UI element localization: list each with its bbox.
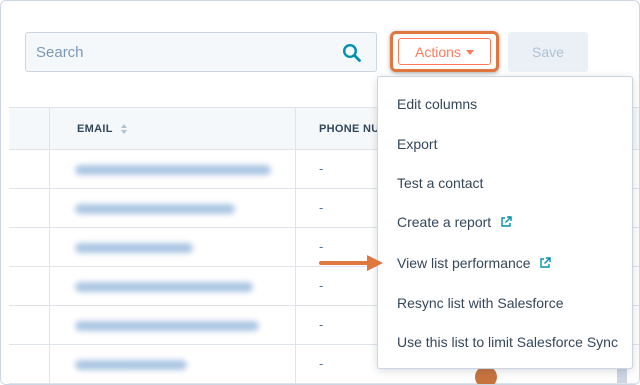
menu-item-resync-salesforce[interactable]: Resync list with Salesforce: [397, 295, 564, 311]
sort-icon[interactable]: [120, 124, 127, 135]
menu-item-create-report[interactable]: Create a report: [397, 214, 512, 230]
menu-item-export[interactable]: Export: [397, 136, 437, 152]
email-cell-blurred: [75, 282, 253, 292]
left-edge: [1, 1, 9, 384]
menu-item-label: Resync list with Salesforce: [397, 295, 564, 311]
external-link-icon: [501, 216, 512, 227]
scrollbar[interactable]: [617, 369, 627, 383]
search-icon[interactable]: [342, 43, 362, 63]
contacts-list-view: Actions Save EMAIL PHONE NU - - -: [0, 0, 640, 385]
actions-dropdown-menu: Edit columns Export Test a contact Creat…: [377, 76, 633, 369]
email-cell-blurred: [75, 321, 259, 331]
email-cell-blurred: [75, 165, 271, 175]
email-cell-blurred: [75, 243, 193, 253]
column-divider: [295, 228, 296, 267]
external-link-icon: [540, 257, 552, 268]
column-divider: [49, 345, 50, 384]
menu-item-edit-columns[interactable]: Edit columns: [397, 96, 477, 112]
column-header-phone-label: PHONE NU: [319, 123, 380, 135]
menu-item-label: View list performance: [397, 255, 531, 271]
column-divider: [49, 267, 50, 306]
phone-cell: -: [319, 200, 324, 215]
menu-item-label: Test a contact: [397, 175, 484, 191]
menu-item-label: Use this list to limit Salesforce Sync: [397, 334, 618, 350]
column-divider: [49, 228, 50, 267]
menu-item-view-list-performance[interactable]: View list performance: [397, 255, 552, 271]
actions-button[interactable]: Actions: [398, 38, 491, 65]
caret-down-icon: [465, 50, 474, 55]
save-button[interactable]: Save: [508, 32, 588, 72]
column-divider: [49, 108, 50, 151]
phone-cell: -: [319, 317, 324, 332]
column-divider: [295, 345, 296, 384]
column-divider: [49, 189, 50, 228]
column-divider: [295, 108, 296, 151]
phone-cell: -: [319, 161, 324, 176]
email-cell-blurred: [75, 204, 235, 214]
search-box[interactable]: [25, 32, 377, 72]
column-header-email[interactable]: EMAIL: [77, 123, 127, 135]
menu-item-label: Export: [397, 136, 438, 152]
column-divider: [49, 150, 50, 189]
column-header-email-label: EMAIL: [77, 123, 113, 135]
menu-item-test-contact[interactable]: Test a contact: [397, 175, 483, 191]
actions-highlight-box: Actions: [390, 31, 499, 72]
column-divider: [295, 306, 296, 345]
menu-item-label: Create a report: [397, 214, 492, 230]
column-divider: [295, 150, 296, 189]
search-input[interactable]: [26, 33, 326, 71]
email-cell-blurred: [75, 360, 187, 370]
annotation-arrow-icon: [319, 255, 383, 271]
column-divider: [295, 267, 296, 306]
phone-cell: -: [319, 278, 324, 293]
menu-item-limit-salesforce-sync[interactable]: Use this list to limit Salesforce Sync: [397, 334, 618, 350]
column-divider: [295, 189, 296, 228]
column-divider: [49, 306, 50, 345]
menu-item-label: Edit columns: [397, 96, 478, 112]
phone-cell: -: [319, 239, 324, 254]
column-header-phone[interactable]: PHONE NU: [319, 123, 379, 135]
phone-cell: -: [319, 356, 324, 371]
actions-label: Actions: [415, 43, 461, 60]
